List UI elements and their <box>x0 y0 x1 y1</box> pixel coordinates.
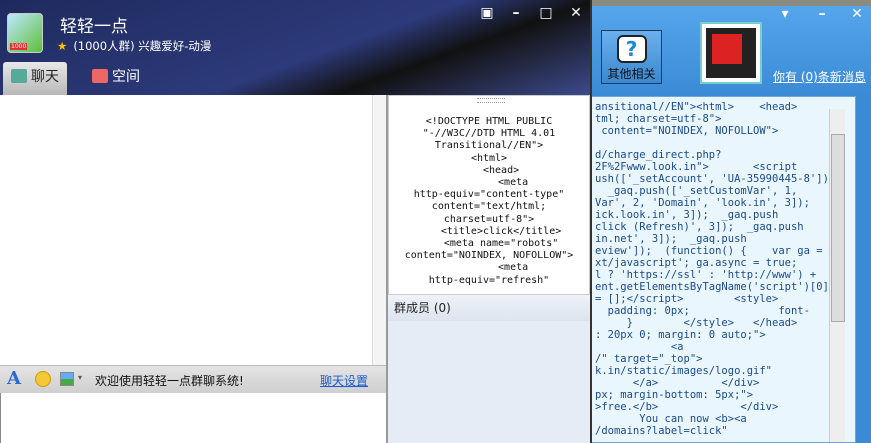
window-header: 1000 轻轻一点 ★ (1000人群) 兴趣爱好-动漫 ▣ – □ ✕ 聊天 空… <box>0 0 590 95</box>
emoji-icon[interactable] <box>35 371 51 387</box>
tab-chat[interactable]: 聊天 <box>3 62 67 95</box>
minimize-button[interactable]: – <box>503 5 529 21</box>
tab-label: 空间 <box>112 69 140 85</box>
scrollbar-thumb[interactable] <box>831 134 845 322</box>
member-badge: 1000 <box>10 43 28 50</box>
image-icon[interactable] <box>60 372 74 386</box>
minimize-button[interactable]: – <box>808 6 836 22</box>
members-header[interactable]: 群成员 (0) <box>388 295 590 321</box>
background-window: ▾ – ✕ ? 其他相关 你有 (0)条新消息 ansitional//EN">… <box>588 0 871 443</box>
group-chat-window: 1000 轻轻一点 ★ (1000人群) 兴趣爱好-动漫 ▣ – □ ✕ 聊天 空… <box>0 0 592 443</box>
welcome-text: 欢迎使用轻轻一点群聊系统! <box>95 374 244 388</box>
maximize-button[interactable]: □ <box>533 5 559 21</box>
resize-grip[interactable] <box>477 98 505 103</box>
new-message-link[interactable]: 你有 (0)条新消息 <box>773 68 866 85</box>
chat-history <box>0 95 386 365</box>
skin-button[interactable]: ▣ <box>474 5 500 21</box>
help-icon: ? <box>616 35 647 63</box>
side-panel: <!DOCTYPE HTML PUBLIC "-//W3C//DTD HTML … <box>386 95 590 443</box>
code-view: ansitional//EN"><html> <head> tml; chars… <box>590 96 856 443</box>
star-icon: ★ <box>57 39 68 53</box>
home-icon <box>92 69 108 83</box>
chat-scrollbar[interactable] <box>372 95 386 365</box>
announcement-text: <!DOCTYPE HTML PUBLIC "-//W3C//DTD HTML … <box>404 116 574 286</box>
group-info: (1000人群) 兴趣爱好-动漫 <box>73 39 212 53</box>
font-icon[interactable]: A <box>7 368 21 389</box>
tab-label: 聊天 <box>31 69 59 85</box>
window-title: 轻轻一点 <box>60 17 128 37</box>
group-subtitle: ★ (1000人群) 兴趣爱好-动漫 <box>57 38 211 54</box>
chat-icon <box>11 69 27 83</box>
scrollbar[interactable] <box>829 109 845 442</box>
menu-button[interactable]: ▾ <box>771 6 799 22</box>
other-related-button[interactable]: ? 其他相关 <box>601 30 662 84</box>
group-avatar[interactable]: 1000 <box>7 13 43 53</box>
close-button[interactable]: ✕ <box>563 5 589 21</box>
chat-toolbar: A ▾ 欢迎使用轻轻一点群聊系统! 聊天设置 <box>0 365 386 393</box>
message-input[interactable] <box>0 393 386 443</box>
animation-logo <box>700 22 762 84</box>
chat-settings-link[interactable]: 聊天设置 <box>320 372 368 389</box>
code-text: ansitional//EN"><html> <head> tml; chars… <box>595 101 836 437</box>
tab-space[interactable]: 空间 <box>84 62 148 95</box>
announcement-panel: <!DOCTYPE HTML PUBLIC "-//W3C//DTD HTML … <box>388 95 590 295</box>
chevron-down-icon[interactable]: ▾ <box>78 373 82 382</box>
close-button[interactable]: ✕ <box>843 6 871 22</box>
other-related-label: 其他相关 <box>607 67 656 81</box>
